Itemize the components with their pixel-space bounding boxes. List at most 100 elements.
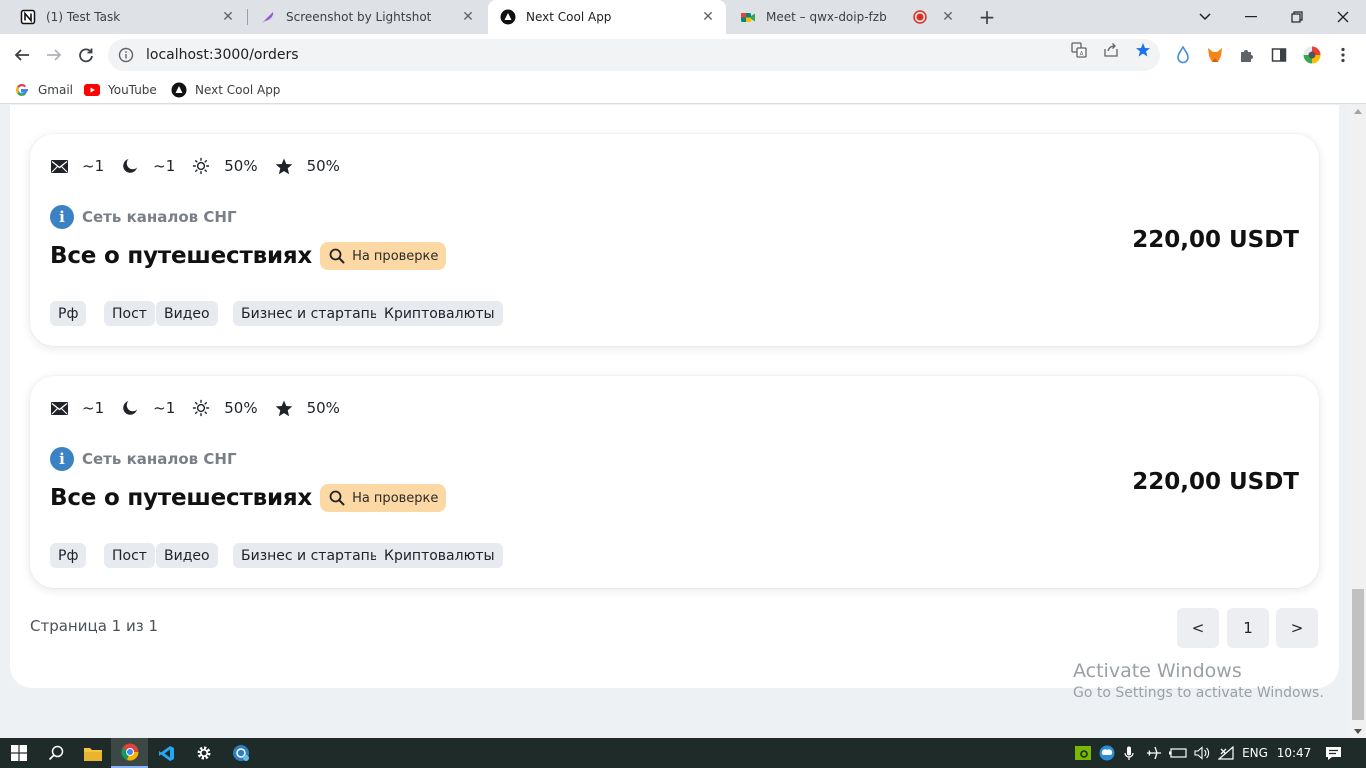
app-globe-icon[interactable] xyxy=(222,738,259,768)
battery-icon[interactable] xyxy=(1168,738,1188,768)
status-badge: На проверке xyxy=(320,484,447,512)
watermark-subtitle: Go to Settings to activate Windows. xyxy=(1073,685,1324,701)
moon-icon xyxy=(121,399,139,417)
address-bar[interactable]: localhost:3000/orders xyxy=(108,39,1160,71)
watermark-title: Activate Windows xyxy=(1073,660,1242,682)
share-icon[interactable] xyxy=(1103,42,1119,58)
minimize-window-icon[interactable] xyxy=(1228,0,1274,34)
tag-region: Рф xyxy=(50,543,87,568)
airplane-icon[interactable] xyxy=(1144,738,1164,768)
settings-gear-icon[interactable] xyxy=(185,738,222,768)
nvidia-tray-icon[interactable] xyxy=(1073,738,1093,768)
orders-panel: ~1 ~1 50% 50% i Сеть каналов СНГ Все о п… xyxy=(10,105,1339,688)
recording-indicator-icon xyxy=(912,9,928,25)
tab-google-meet[interactable]: Meet – qwx-doip-fzb ✕ xyxy=(728,0,966,34)
search-icon[interactable] xyxy=(37,738,74,768)
translate-icon[interactable]: A xyxy=(1071,42,1087,58)
bookmark-next-cool-app[interactable]: Next Cool App xyxy=(171,81,280,99)
windows-start-icon[interactable] xyxy=(0,738,37,768)
tab-search-icon[interactable] xyxy=(1182,0,1228,34)
tag-format: Видео xyxy=(156,301,218,326)
scroll-up-icon[interactable] xyxy=(1354,109,1362,114)
notifications-icon[interactable] xyxy=(1318,738,1348,768)
scroll-down-icon[interactable] xyxy=(1354,729,1362,734)
tag-category: Криптовалюты xyxy=(376,543,503,568)
youtube-icon xyxy=(84,82,100,98)
moon-icon xyxy=(121,157,139,175)
status-label: На проверке xyxy=(352,490,439,506)
restore-window-icon[interactable] xyxy=(1274,0,1320,34)
info-icon[interactable]: i xyxy=(50,205,74,229)
site-info-icon[interactable] xyxy=(118,47,134,63)
magnifier-icon xyxy=(328,247,346,265)
page-1-button[interactable]: 1 xyxy=(1227,608,1269,648)
tab-test-task[interactable]: (1) Test Task ✕ xyxy=(8,0,246,34)
order-price: 220,00 USDT xyxy=(1132,227,1299,253)
browser-tab-strip: (1) Test Task ✕ Screenshot by Lightshot … xyxy=(0,0,1366,34)
scrollbar-thumb[interactable] xyxy=(1352,589,1364,720)
close-tab-icon[interactable]: ✕ xyxy=(700,9,716,25)
status-label: На проверке xyxy=(352,248,439,264)
network-offline-icon[interactable] xyxy=(1216,738,1236,768)
tag-category: Бизнес и стартапы xyxy=(233,543,389,568)
google-meet-icon xyxy=(740,9,756,25)
profile-avatar[interactable] xyxy=(1303,46,1321,64)
reload-icon[interactable] xyxy=(70,39,102,71)
next-app-icon xyxy=(171,82,187,98)
next-page-button[interactable]: > xyxy=(1276,608,1318,648)
order-title-row: Все о путешествиях На проверке xyxy=(50,240,447,272)
chrome-menu-icon[interactable] xyxy=(1334,46,1352,64)
forward-arrow-icon[interactable] xyxy=(38,39,70,71)
stat-night: ~1 xyxy=(153,399,176,417)
bookmark-label: Next Cool App xyxy=(195,83,281,97)
order-price: 220,00 USDT xyxy=(1132,469,1299,495)
order-stats: ~1 ~1 50% 50% xyxy=(50,398,357,418)
clock[interactable]: 10:47 xyxy=(1275,738,1313,768)
page-scrollbar[interactable] xyxy=(1350,105,1366,738)
browser-toolbar: localhost:3000/orders A xyxy=(0,34,1366,76)
lightshot-feather-icon xyxy=(260,9,276,25)
bookmark-gmail[interactable]: Gmail xyxy=(14,81,73,99)
tab-next-cool-app[interactable]: Next Cool App ✕ xyxy=(488,0,726,34)
tag-format: Пост xyxy=(104,301,155,326)
bookmark-youtube[interactable]: YouTube xyxy=(84,81,157,99)
close-window-icon[interactable] xyxy=(1320,0,1366,34)
tag-category: Криптовалюты xyxy=(376,301,503,326)
close-tab-icon[interactable]: ✕ xyxy=(460,9,476,25)
stat-rating: 50% xyxy=(306,399,340,417)
order-title: Все о путешествиях xyxy=(50,485,313,511)
file-explorer-icon[interactable] xyxy=(74,738,111,768)
stat-posts: ~1 xyxy=(82,399,105,417)
close-tab-icon[interactable]: ✕ xyxy=(220,9,236,25)
extensions-puzzle-icon[interactable] xyxy=(1238,46,1256,64)
order-title-row: Все о путешествиях На проверке xyxy=(50,482,447,514)
side-panel-icon[interactable] xyxy=(1270,46,1288,64)
new-tab-button[interactable]: + xyxy=(976,5,998,29)
cloud-sync-tray-icon[interactable] xyxy=(1097,738,1117,768)
tab-title: Next Cool App xyxy=(526,10,612,24)
tag-format: Видео xyxy=(156,543,218,568)
info-icon[interactable]: i xyxy=(50,447,74,471)
bookmark-label: Gmail xyxy=(38,83,74,97)
back-arrow-icon[interactable] xyxy=(6,39,38,71)
close-tab-icon[interactable]: ✕ xyxy=(940,9,956,25)
bookmark-star-icon[interactable] xyxy=(1135,42,1151,58)
order-card[interactable]: ~1 ~1 50% 50% i Сеть каналов СНГ Все о п… xyxy=(30,376,1319,588)
volume-icon[interactable] xyxy=(1192,738,1212,768)
chrome-taskbar-icon[interactable] xyxy=(111,738,148,768)
google-g-icon xyxy=(14,82,30,98)
tab-lightshot[interactable]: Screenshot by Lightshot ✕ xyxy=(248,0,486,34)
microphone-icon[interactable] xyxy=(1120,738,1138,768)
drop-extension-icon[interactable] xyxy=(1174,46,1192,64)
envelope-icon xyxy=(50,157,68,175)
metamask-fox-icon[interactable] xyxy=(1206,46,1224,64)
language-indicator[interactable]: ENG xyxy=(1238,738,1272,768)
order-card[interactable]: ~1 ~1 50% 50% i Сеть каналов СНГ Все о п… xyxy=(30,134,1319,346)
stat-day: 50% xyxy=(224,399,258,417)
vscode-icon[interactable] xyxy=(148,738,185,768)
status-badge: На проверке xyxy=(320,242,447,270)
bookmarks-bar: Gmail YouTube Next Cool App xyxy=(0,76,1366,104)
sun-icon xyxy=(192,399,210,417)
prev-page-button[interactable]: < xyxy=(1177,608,1219,648)
sun-icon xyxy=(192,157,210,175)
